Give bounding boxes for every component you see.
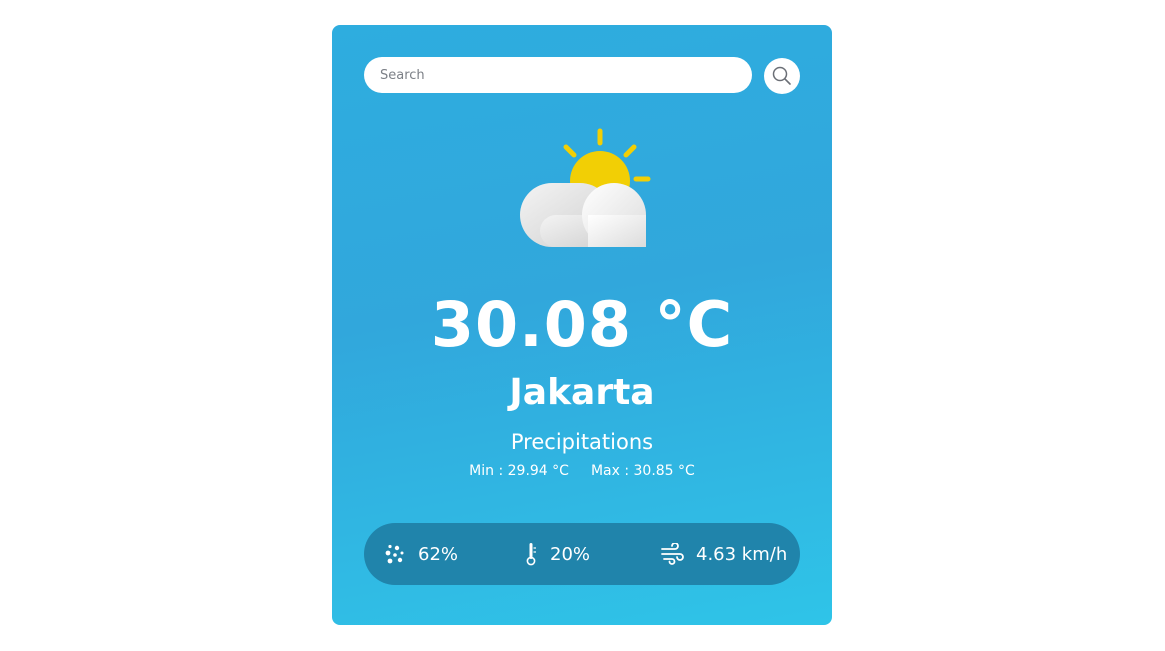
city-name: Jakarta	[509, 372, 655, 413]
min-max-temperature: Min : 29.94 °C Max : 30.85 °C	[332, 462, 832, 480]
search-button[interactable]	[764, 58, 800, 94]
weather-stats-bar: 62% 20% 4.63 km/h	[364, 523, 800, 585]
humidity-icon	[385, 544, 404, 564]
min-temperature: Min : 29.94 °C	[469, 463, 569, 479]
cloud-icon	[520, 183, 646, 247]
wind-icon	[661, 543, 684, 565]
humidity-stat: 62%	[384, 523, 458, 585]
temperature: 30.08 °C	[430, 288, 734, 361]
precipitation-value: 20%	[550, 543, 591, 565]
wind-value: 4.63 km/h	[696, 543, 788, 565]
search-input[interactable]	[364, 57, 752, 93]
weather-condition: Precipitations	[510, 430, 654, 454]
thermometer-icon	[526, 543, 536, 566]
precipitation-stat: 20%	[524, 523, 590, 585]
partly-cloudy-icon	[520, 128, 651, 247]
humidity-value: 62%	[418, 543, 459, 565]
search-icon	[772, 66, 791, 85]
weather-card: 30.08 °C Jakarta Precipitations Min : 29…	[332, 25, 832, 625]
wind-stat: 4.63 km/h	[660, 523, 787, 585]
search-bar	[364, 57, 800, 95]
max-temperature: Max : 30.85 °C	[590, 463, 695, 479]
